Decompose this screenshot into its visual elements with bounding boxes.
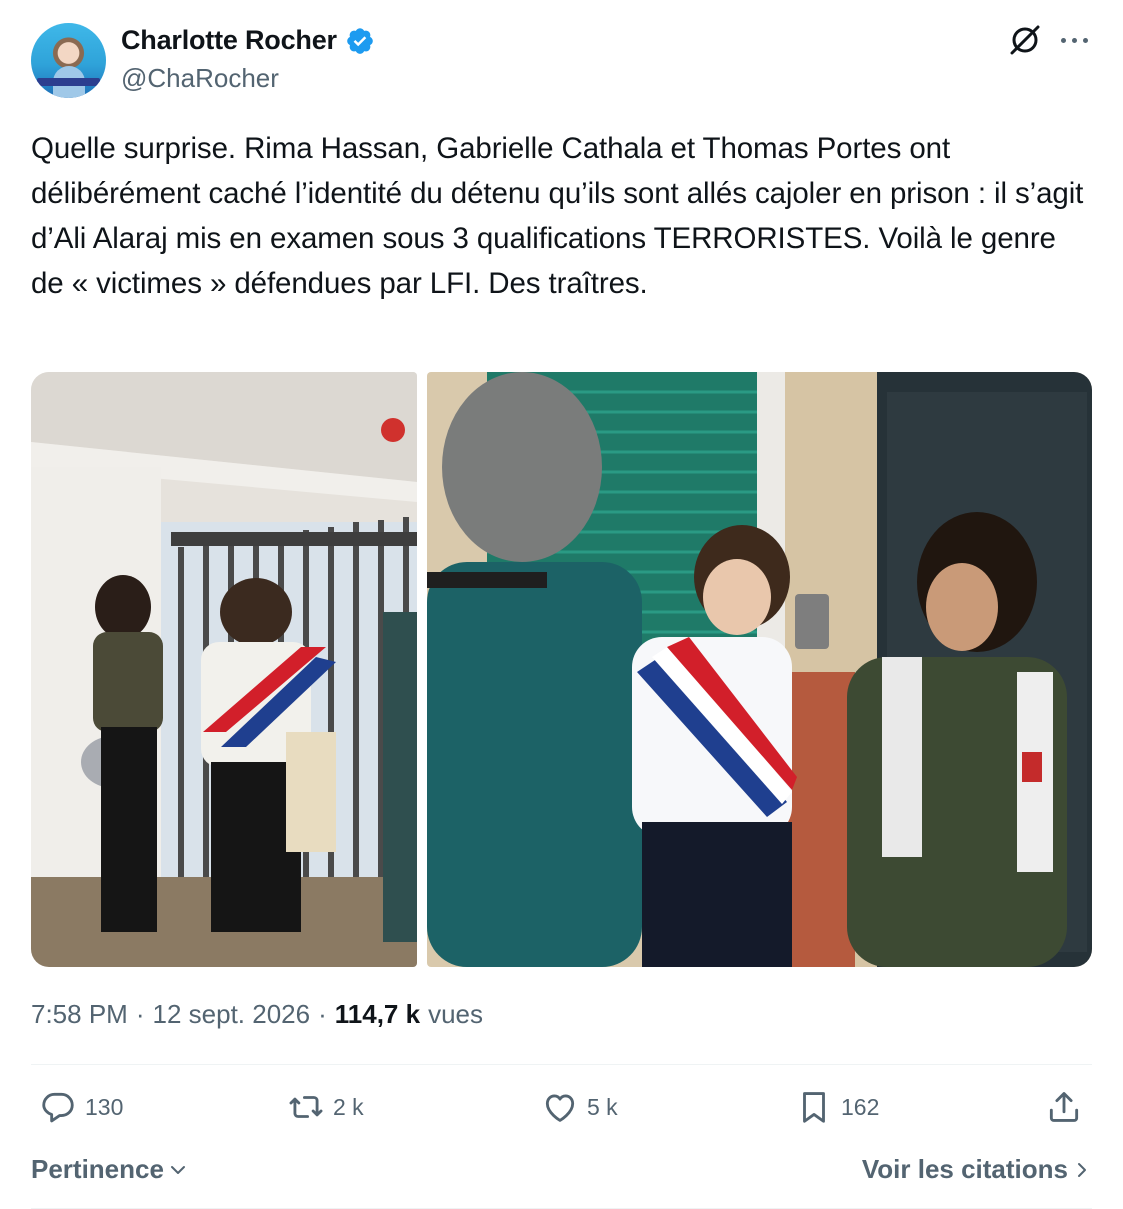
chevron-right-icon: [1078, 1162, 1086, 1177]
views-count: 114,7 k: [334, 999, 421, 1029]
tweet-meta: 7:58 PM · 12 sept. 2026 · 114,7 k vues: [31, 999, 483, 1030]
heart-icon: [545, 1094, 575, 1122]
sort-label: Pertinence: [31, 1154, 164, 1184]
replies-footer: Pertinence Voir les citations: [31, 1154, 1092, 1185]
verified-badge-icon: [347, 27, 373, 54]
bookmark-button[interactable]: 162: [795, 1088, 879, 1126]
tweet-date[interactable]: 12 sept. 2026: [153, 999, 311, 1030]
share-button[interactable]: [1045, 1088, 1083, 1126]
repost-count: 2 k: [333, 1093, 364, 1120]
meta-separator: ·: [135, 999, 145, 1029]
bookmark-count: 162: [841, 1093, 880, 1120]
photo-deputies-at-door[interactable]: [427, 372, 1092, 967]
photo-prison-corridor[interactable]: [31, 372, 417, 967]
chevron-down-icon: [170, 1165, 185, 1174]
avatar-banner: [37, 78, 100, 86]
photo-icon: [31, 372, 417, 967]
photo-icon: [427, 372, 1092, 967]
tweet-text: Quelle surprise. Rima Hassan, Gabrielle …: [31, 132, 1084, 300]
reply-icon: [42, 1092, 74, 1123]
like-count: 5 k: [587, 1093, 618, 1120]
author-handle[interactable]: @ChaRocher: [121, 63, 279, 94]
action-bar: 130 2 k 5 k 162: [31, 1088, 1092, 1134]
more-options-icon[interactable]: [1058, 30, 1090, 50]
share-icon: [1049, 1092, 1079, 1122]
avatar[interactable]: [31, 23, 106, 98]
like-button[interactable]: 5 k: [541, 1088, 618, 1126]
reply-button[interactable]: 130: [39, 1088, 123, 1126]
divider: [31, 1064, 1092, 1065]
repost-button[interactable]: 2 k: [287, 1088, 364, 1126]
repost-icon: [289, 1096, 323, 1118]
bookmark-icon: [803, 1092, 825, 1123]
meta-separator: ·: [318, 999, 327, 1029]
author-name-row[interactable]: Charlotte Rocher: [121, 25, 375, 56]
reply-count: 130: [85, 1093, 124, 1120]
author-display-name[interactable]: Charlotte Rocher: [121, 25, 337, 56]
quotes-link-label: Voir les citations: [861, 1154, 1068, 1184]
quotes-link[interactable]: Voir les citations: [862, 1154, 1092, 1185]
sort-dropdown[interactable]: Pertinence: [31, 1154, 188, 1185]
grok-icon[interactable]: [1007, 22, 1043, 58]
views-label: vues: [428, 999, 483, 1029]
tweet-time[interactable]: 7:58 PM: [31, 999, 128, 1030]
